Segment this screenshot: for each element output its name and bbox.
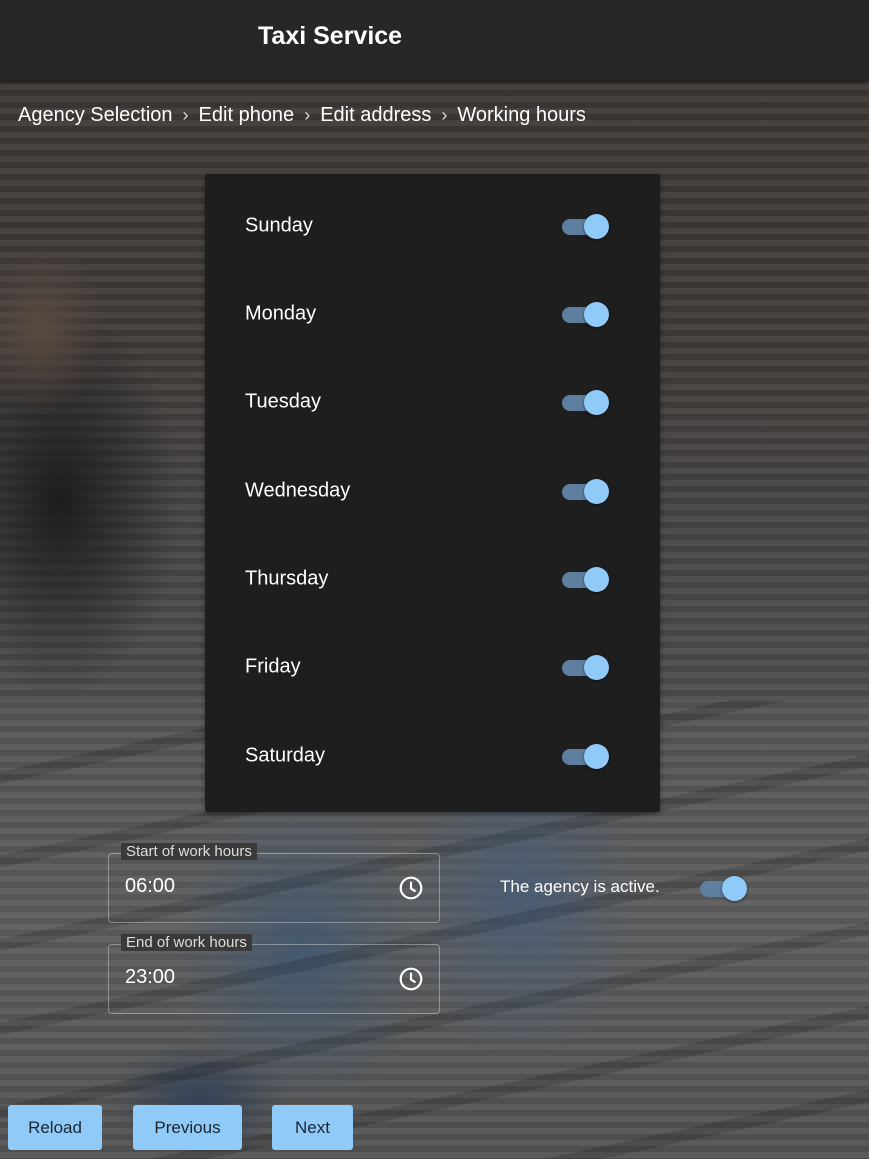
day-row-saturday: Saturday <box>205 726 660 786</box>
previous-button[interactable]: Previous <box>133 1105 242 1150</box>
day-row-sunday: Sunday <box>205 196 660 256</box>
toggle-thumb <box>584 567 609 592</box>
start-work-hours-field[interactable]: Start of work hours 06:00 <box>108 843 440 923</box>
breadcrumb: Agency Selection › Edit phone › Edit add… <box>18 104 586 127</box>
end-work-hours-value[interactable]: 23:00 <box>125 966 175 989</box>
breadcrumb-separator: › <box>182 105 189 125</box>
day-label: Saturday <box>245 744 326 767</box>
day-label: Thursday <box>245 567 329 590</box>
next-button[interactable]: Next <box>272 1105 353 1150</box>
day-label: Friday <box>245 655 301 678</box>
toggle-thumb <box>584 655 609 680</box>
start-work-hours-value[interactable]: 06:00 <box>125 875 175 898</box>
friday-toggle[interactable] <box>562 653 610 681</box>
toggle-thumb <box>722 876 747 901</box>
day-row-tuesday: Tuesday <box>205 372 660 432</box>
breadcrumb-working-hours[interactable]: Working hours <box>457 104 586 127</box>
agency-active-label: The agency is active. <box>500 877 660 896</box>
breadcrumb-edit-phone[interactable]: Edit phone <box>199 104 295 127</box>
day-label: Monday <box>245 302 317 325</box>
toggle-thumb <box>584 479 609 504</box>
toggle-thumb <box>584 390 609 415</box>
reload-button[interactable]: Reload <box>8 1105 102 1150</box>
breadcrumb-separator: › <box>304 105 311 125</box>
app-bar: Taxi Service <box>0 0 869 80</box>
day-row-monday: Monday <box>205 284 660 344</box>
sunday-toggle[interactable] <box>562 212 610 240</box>
day-label: Wednesday <box>245 479 351 502</box>
wednesday-toggle[interactable] <box>562 477 610 505</box>
thursday-toggle[interactable] <box>562 565 610 593</box>
app-title: Taxi Service <box>258 22 403 50</box>
tuesday-toggle[interactable] <box>562 388 610 416</box>
end-work-hours-field[interactable]: End of work hours 23:00 <box>108 934 440 1014</box>
day-label: Tuesday <box>245 390 321 413</box>
day-row-friday: Friday <box>205 637 660 697</box>
clock-icon[interactable] <box>398 875 424 901</box>
monday-toggle[interactable] <box>562 300 610 328</box>
day-row-wednesday: Wednesday <box>205 461 660 521</box>
agency-active-toggle[interactable] <box>700 874 748 902</box>
clock-icon[interactable] <box>398 966 424 992</box>
toggle-thumb <box>584 744 609 769</box>
working-days-card: Sunday Monday Tuesday Wednesday Thursday… <box>205 174 660 812</box>
toggle-thumb <box>584 214 609 239</box>
day-label: Sunday <box>245 214 313 237</box>
breadcrumb-agency-selection[interactable]: Agency Selection <box>18 104 173 127</box>
toggle-thumb <box>584 302 609 327</box>
start-work-hours-label: Start of work hours <box>121 843 257 860</box>
breadcrumb-edit-address[interactable]: Edit address <box>320 104 431 127</box>
end-work-hours-label: End of work hours <box>121 934 252 951</box>
day-row-thursday: Thursday <box>205 549 660 609</box>
breadcrumb-separator: › <box>441 105 448 125</box>
saturday-toggle[interactable] <box>562 742 610 770</box>
